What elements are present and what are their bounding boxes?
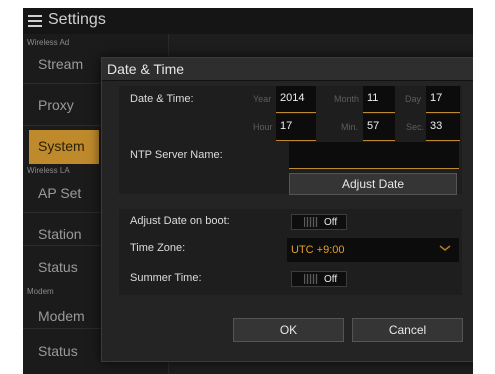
app-title: Settings [48, 11, 106, 28]
year-unit-label: Year [253, 94, 272, 104]
app-header: Settings [23, 8, 473, 34]
toggle-handle-icon [304, 274, 318, 284]
device-screen: Settings Wireless Ad Stream Proxy System… [23, 8, 473, 374]
sidebar-item-label: Modem [38, 308, 85, 324]
dialog-title: Date & Time [107, 61, 185, 77]
summer-time-label: Summer Time: [130, 272, 202, 284]
hamburger-menu-icon[interactable] [28, 15, 42, 27]
second-unit-label: Sec. [406, 122, 425, 132]
options-panel: Adjust Date on boot: Off Time Zone: UTC … [119, 209, 462, 295]
year-field[interactable]: 2014 [276, 86, 316, 113]
sidebar-item-label: Proxy [38, 97, 74, 113]
dialog-title-bar: Date & Time [102, 58, 473, 81]
toggle-handle-icon [304, 217, 318, 227]
cancel-button[interactable]: Cancel [352, 318, 463, 342]
ntp-server-input[interactable] [289, 142, 459, 169]
timezone-select[interactable]: UTC +9:00 [287, 238, 459, 262]
ntp-server-label: NTP Server Name: [130, 149, 223, 161]
month-field[interactable]: 11 [363, 86, 395, 113]
adjust-on-boot-toggle[interactable]: Off [291, 214, 347, 230]
minute-unit-label: Min. [341, 122, 359, 132]
timezone-label: Time Zone: [130, 242, 186, 254]
summer-time-toggle[interactable]: Off [291, 271, 347, 287]
minute-field[interactable]: 57 [363, 114, 395, 141]
chevron-down-icon [439, 245, 451, 251]
month-unit-label: Month [334, 94, 360, 104]
date-time-dialog: Date & Time Date & Time: Year 2014 Month… [101, 57, 473, 362]
date-time-panel: Date & Time: Year 2014 Month 11 Day 17 H… [119, 86, 462, 195]
sidebar-item-label: Stream [38, 56, 84, 72]
sidebar-item-system[interactable]: System [29, 130, 99, 164]
sidebar-item-label: Status [38, 259, 78, 275]
sidebar-item-label: AP Set [38, 185, 82, 201]
ok-button[interactable]: OK [233, 318, 344, 342]
sidebar-item-label: System [38, 138, 85, 154]
sidebar-section-label: Wireless Ad [27, 38, 70, 47]
adjust-on-boot-label: Adjust Date on boot: [130, 215, 230, 227]
sidebar-section-label: Wireless LA [27, 166, 70, 175]
date-time-label: Date & Time: [130, 93, 194, 105]
hour-unit-label: Hour [253, 122, 273, 132]
adjust-date-button[interactable]: Adjust Date [289, 173, 457, 195]
hour-field[interactable]: 17 [276, 114, 316, 141]
sidebar-section-label: Modem [27, 287, 54, 296]
day-field[interactable]: 17 [426, 86, 460, 113]
sidebar-item-label: Station [38, 226, 82, 242]
day-unit-label: Day [405, 94, 422, 104]
second-field[interactable]: 33 [426, 114, 460, 141]
sidebar-item-label: Status [38, 343, 78, 359]
